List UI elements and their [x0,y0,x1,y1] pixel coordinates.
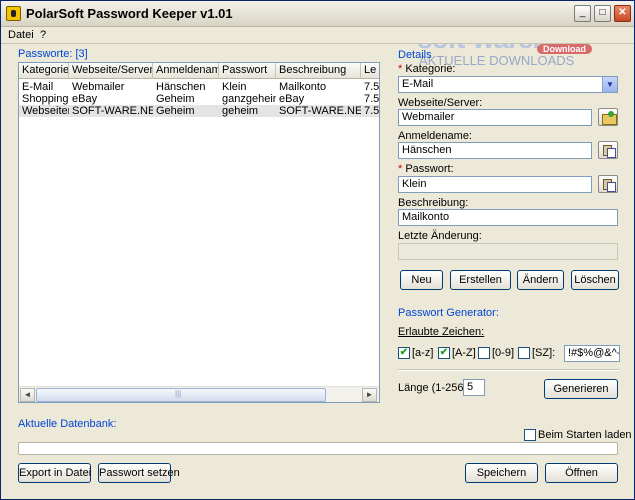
generator-divider [398,369,620,371]
passwort-setzen-button[interactable]: Passwort setzen [98,463,180,483]
cell-kategorie: Webseiten [22,105,69,117]
export-button[interactable]: Export in Datei [18,463,91,483]
digits-label: [0-9] [492,347,515,359]
window-title: PolarSoft Password Keeper v1.01 [26,6,233,21]
scroll-right-icon[interactable]: ► [362,388,377,402]
cell-beschreibung: eBay [279,93,305,105]
oeffnen-button[interactable]: Öffnen [545,463,618,483]
laenge-label: Länge (1-256): [398,382,471,394]
menu-datei[interactable]: Datei [8,29,34,41]
beschreibung-input[interactable]: Mailkonto [398,209,618,226]
minimize-button[interactable]: _ [574,5,591,22]
neu-button[interactable]: Neu [400,270,443,290]
passwort-input[interactable]: Klein [398,176,592,193]
passwort-label-text: Passwort: [405,163,454,175]
webseite-input[interactable]: Webmailer [398,109,592,126]
letzte-aenderung-label: Letzte Änderung: [398,230,482,242]
cell-kategorie: E-Mail [22,81,54,93]
datenbank-label: Aktuelle Datenbank: [18,418,117,430]
beschreibung-label: Beschreibung: [398,197,469,209]
kategorie-value: E-Mail [402,78,434,90]
close-button[interactable]: ✕ [614,5,631,22]
checkbox-uppercase[interactable]: ✔ [438,347,450,359]
copy-anmeldename-icon[interactable] [598,141,618,159]
letzte-aenderung-field [398,243,618,260]
passworte-group-label: Passworte: [3] [18,48,88,60]
cell-letzte: 7.5 [364,93,380,105]
details-group-label: Details [398,49,432,61]
cell-anmeldename: Geheim [156,93,195,105]
scroll-thumb[interactable] [36,388,326,402]
required-marker: * [398,63,403,75]
required-marker: * [398,163,403,175]
app-logo-icon [6,6,21,21]
menu-help[interactable]: ? [40,29,46,41]
erstellen-button[interactable]: Erstellen [450,270,511,290]
column-header-anmeldename[interactable]: Anmeldename [153,63,219,79]
maximize-button[interactable]: □ [594,5,611,22]
cell-anmeldename: Hänschen [156,81,206,93]
checkbox-special[interactable] [518,347,530,359]
cell-webseite: Webmailer [72,81,125,93]
table-row-selected[interactable]: Webseiten SOFT-WARE.NET Geheim geheim SO… [19,105,379,117]
checkbox-lowercase[interactable]: ✔ [398,347,410,359]
horizontal-scrollbar[interactable]: ◄ ► [19,386,379,402]
aendern-button[interactable]: Ändern [517,270,564,290]
uppercase-label: [A-Z] [452,347,476,359]
table-header: Kategorie Webseite/Server Anmeldename Pa… [19,63,379,79]
speichern-button[interactable]: Speichern [465,463,538,483]
cell-letzte: 7.5 [364,81,380,93]
cell-webseite: SOFT-WARE.NET [72,105,153,117]
checkbox-digits[interactable] [478,347,490,359]
generator-group-label: Passwort Generator: [398,307,499,319]
column-header-kategorie[interactable]: Kategorie [19,63,69,79]
chevron-down-icon[interactable]: ▼ [602,77,617,92]
loeschen-button[interactable]: Löschen [571,270,619,290]
kategorie-label: * Kategorie: [398,63,456,75]
kategorie-label-text: Kategorie: [405,63,456,75]
scroll-left-icon[interactable]: ◄ [20,388,35,402]
cell-webseite: eBay [72,93,98,105]
copy-passwort-icon[interactable] [598,175,618,193]
open-website-icon[interactable] [598,108,618,126]
generieren-button[interactable]: Generieren [544,379,618,399]
password-table[interactable]: Kategorie Webseite/Server Anmeldename Pa… [18,62,380,403]
beim-starten-checkbox[interactable] [524,429,536,441]
erlaubte-zeichen-label: Erlaubte Zeichen: [398,326,485,338]
table-row[interactable]: E-Mail Webmailer Hänschen Klein Mailkont… [19,81,379,93]
column-header-passwort[interactable]: Passwort [219,63,276,79]
special-chars-input[interactable]: !#$%@&^-_ [564,345,620,362]
cell-passwort: Klein [222,81,247,93]
anmeldename-label: Anmeldename: [398,130,472,142]
cell-passwort: ganzgeheim [222,93,276,105]
special-label: [SZ]: [532,347,556,359]
anmeldename-input[interactable]: Hänschen [398,142,592,159]
cell-anmeldename: Geheim [156,105,195,117]
beim-starten-label: Beim Starten laden [538,429,632,441]
cell-kategorie: Shopping [22,93,69,105]
main-window: PolarSoft Password Keeper v1.01 _ □ ✕ so… [0,0,635,500]
kategorie-select[interactable]: E-Mail ▼ [398,76,618,93]
table-row[interactable]: Shopping eBay Geheim ganzgeheim eBay 7.5 [19,93,379,105]
cell-letzte: 7.5 [364,105,380,117]
passwort-label: * Passwort: [398,163,454,175]
laenge-input[interactable]: 5 [463,379,485,396]
menu-bar: Datei ? [1,27,634,44]
cell-beschreibung: SOFT-WARE.NET [279,105,361,117]
cell-passwort: geheim [222,105,259,117]
lowercase-label: [a-z] [412,347,434,359]
column-header-letzte[interactable]: Le [361,63,379,79]
cell-beschreibung: Mailkonto [279,81,327,93]
column-header-beschreibung[interactable]: Beschreibung [276,63,361,79]
column-header-webseite[interactable]: Webseite/Server [69,63,153,79]
datenbank-path-field [18,442,618,455]
webseite-label: Webseite/Server: [398,97,483,109]
